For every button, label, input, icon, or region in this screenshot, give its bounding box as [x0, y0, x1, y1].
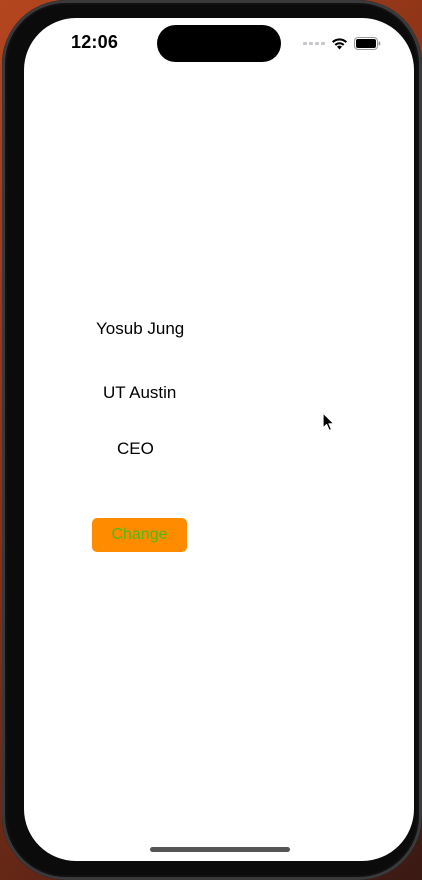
wifi-icon	[331, 37, 348, 50]
dynamic-island	[157, 25, 281, 62]
name-label: Yosub Jung	[96, 319, 185, 338]
cellular-signal-icon	[303, 41, 325, 45]
mouse-pointer-icon	[322, 412, 336, 437]
status-indicators	[303, 36, 381, 50]
home-indicator[interactable]	[150, 847, 290, 852]
battery-icon	[354, 36, 381, 50]
status-time: 12:06	[71, 32, 119, 52]
role-label: CEO	[117, 439, 154, 458]
iphone-frame: 12:06 Yosub Jung UT Austin CEO Change	[2, 0, 422, 880]
school-label: UT Austin	[103, 383, 177, 402]
app-screen: 12:06 Yosub Jung UT Austin CEO Change	[24, 18, 414, 861]
change-button[interactable]: Change	[92, 518, 187, 552]
